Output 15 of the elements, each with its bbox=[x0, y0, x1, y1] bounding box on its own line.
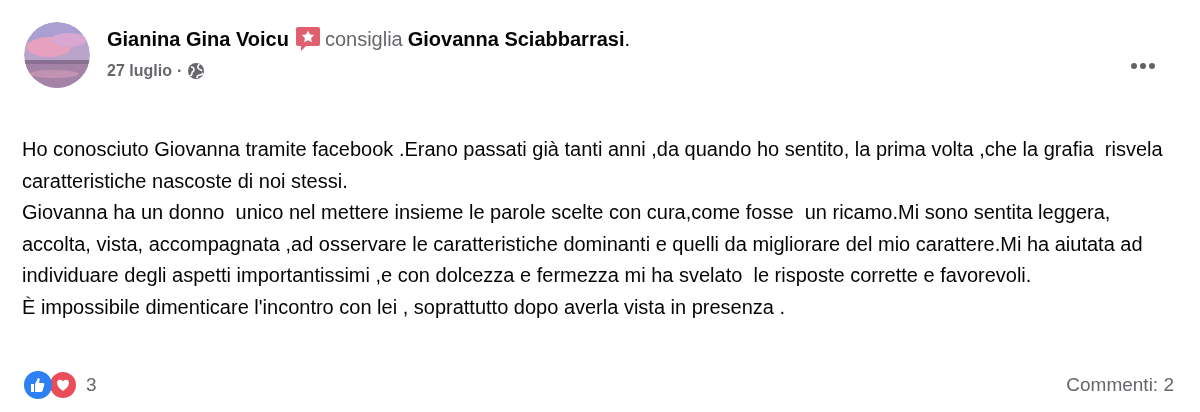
post-paragraph: Ho conosciuto Giovanna tramite facebook .Erano passati già tanti anni ,da quando ho sentito, la prima volta ,che la grafia risvela caratteristiche nascoste di noi stessi. bbox=[22, 137, 1164, 194]
separator-dot: · bbox=[176, 61, 183, 81]
post-date[interactable]: 27 luglio bbox=[107, 59, 172, 83]
recommendation-icon bbox=[294, 25, 321, 53]
page-name[interactable]: Giovanna Sciabbarrasi bbox=[407, 26, 625, 52]
reaction-count[interactable]: 3 bbox=[86, 370, 97, 400]
post-paragraph: È impossibile dimenticare l'incontro con lei , soprattutto dopo averla vista in presenza . bbox=[22, 294, 787, 320]
more-options-button[interactable] bbox=[1131, 63, 1155, 69]
action-text: consiglia bbox=[324, 27, 403, 52]
comments-link[interactable]: Commenti: 2 bbox=[1066, 370, 1174, 400]
globe-icon bbox=[187, 62, 206, 80]
post-paragraph: Giovanna ha un donno unico nel mettere insieme le parole scelte con cura,come fosse un ricamo.Mi sono sentita leggera, accolta, vista, accompagnata ,ad osservare le caratteristiche dominanti e quelli da migliorare del mio carattere.Mi ha aiutata ad individuare degli aspetti importantissimi ,e con dolcezza e fermezza mi ha svelato le risposte corrette e favorevoli. bbox=[22, 200, 1144, 288]
author-name[interactable]: Gianina Gina Voicu bbox=[107, 26, 289, 52]
period: . bbox=[624, 27, 631, 52]
like-icon bbox=[24, 371, 52, 399]
